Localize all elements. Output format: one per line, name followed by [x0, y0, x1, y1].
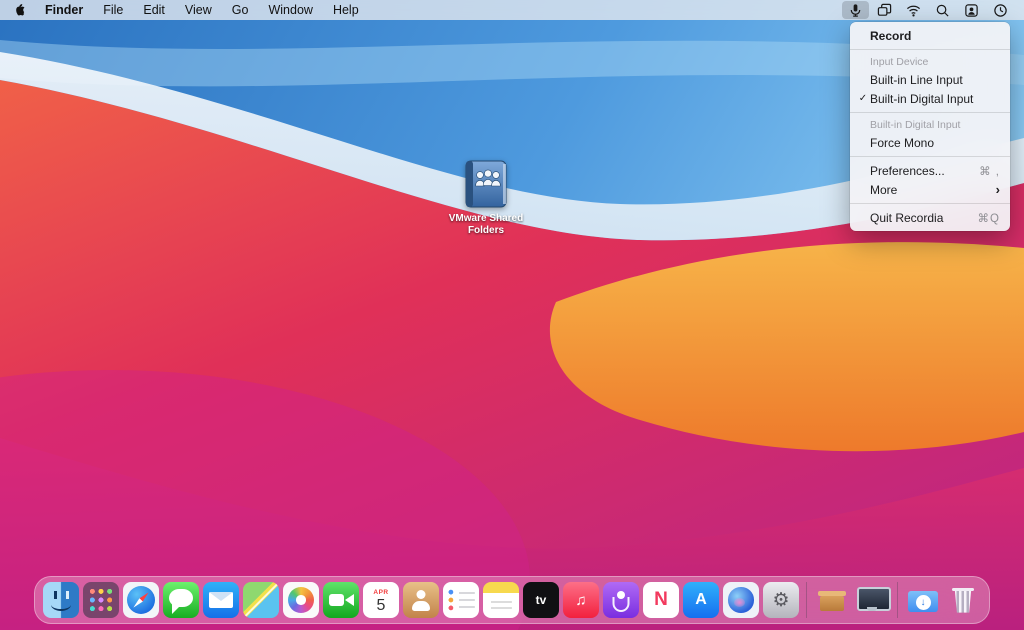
menu-item-record[interactable]: Record — [850, 26, 1010, 45]
app-store-logo-label: A — [695, 591, 707, 609]
dock-icon-finder[interactable] — [43, 582, 79, 618]
menu-file[interactable]: File — [93, 3, 133, 17]
clock-icon[interactable] — [987, 1, 1014, 19]
menu-separator — [850, 203, 1010, 204]
line-input-label: Built-in Line Input — [870, 73, 1000, 87]
dock-icon-trash[interactable] — [945, 582, 981, 618]
desktop-icon-label-line2: Folders — [468, 225, 504, 237]
menu-go[interactable]: Go — [222, 3, 259, 17]
dock-icon-downloads-folder[interactable]: ↓ — [905, 582, 941, 618]
menu-item-line-input[interactable]: Built-in Line Input — [850, 70, 1010, 89]
preferences-shortcut: ⌘ , — [979, 164, 1000, 178]
menu-app-name[interactable]: Finder — [35, 3, 93, 17]
dock-icon-launchpad[interactable] — [83, 582, 119, 618]
dock-icon-vmware-window[interactable] — [854, 582, 890, 618]
menu-bar: Finder File Edit View Go Window Help — [0, 0, 1024, 20]
microphone-icon[interactable] — [842, 1, 869, 19]
submenu-chevron-icon: › — [996, 182, 1000, 197]
input-device-caption: Input Device — [850, 54, 1010, 70]
recordia-menu-panel: Record Input Device Built-in Line Input … — [850, 22, 1010, 231]
dock-icon-podcasts[interactable] — [603, 582, 639, 618]
dock-icon-safari[interactable] — [123, 582, 159, 618]
calendar-month-label: APR — [373, 589, 388, 597]
dock-icon-app-store[interactable]: A — [683, 582, 719, 618]
dock: APR 5 tv ♫ N A ⚙ ↓ — [34, 576, 990, 624]
music-note-icon: ♫ — [575, 592, 586, 609]
dock-icon-maps[interactable] — [243, 582, 279, 618]
spotlight-search-icon[interactable] — [929, 1, 956, 19]
download-arrow-icon: ↓ — [916, 595, 931, 610]
dock-icon-siri[interactable] — [723, 582, 759, 618]
quit-shortcut: ⌘Q — [978, 211, 1000, 225]
menu-item-more[interactable]: More › — [850, 180, 1010, 199]
dock-icon-tv[interactable]: tv — [523, 582, 559, 618]
menu-edit[interactable]: Edit — [133, 3, 175, 17]
dock-icon-mail[interactable] — [203, 582, 239, 618]
tv-logo-label: tv — [536, 593, 547, 607]
dock-icon-news[interactable]: N — [643, 582, 679, 618]
menu-item-force-mono[interactable]: Force Mono — [850, 133, 1010, 152]
dock-icon-calendar[interactable]: APR 5 — [363, 582, 399, 618]
preferences-label: Preferences... — [870, 164, 979, 178]
dock-separator — [806, 582, 807, 618]
menu-bar-status-area — [842, 0, 1024, 20]
menu-separator — [850, 112, 1010, 113]
desktop-icon-label-line1: VMware Shared — [449, 213, 523, 225]
dock-icon-reminders[interactable] — [443, 582, 479, 618]
wifi-icon[interactable] — [900, 1, 927, 19]
record-label: Record — [870, 29, 1000, 43]
dock-separator — [897, 582, 898, 618]
menu-window[interactable]: Window — [258, 3, 322, 17]
menu-separator — [850, 49, 1010, 50]
dock-icon-music[interactable]: ♫ — [563, 582, 599, 618]
dock-icon-package[interactable] — [814, 582, 850, 618]
force-mono-label: Force Mono — [870, 136, 1000, 150]
digital-input-label: Built-in Digital Input — [870, 92, 1000, 106]
vmware-windows-icon[interactable] — [871, 1, 898, 19]
more-label: More — [870, 183, 996, 197]
menu-view[interactable]: View — [175, 3, 222, 17]
menu-bar-left: Finder File Edit View Go Window Help — [0, 0, 369, 20]
desktop-icon-vmware-shared-folders[interactable]: VMware Shared Folders — [438, 158, 534, 237]
gear-icon: ⚙ — [772, 591, 789, 610]
quit-label: Quit Recordia — [870, 211, 978, 225]
dock-icon-photos[interactable] — [283, 582, 319, 618]
checkmark-icon: ✓ — [856, 93, 870, 104]
news-logo-label: N — [654, 589, 668, 611]
digital-input-caption: Built-in Digital Input — [850, 117, 1010, 133]
menu-item-preferences[interactable]: Preferences... ⌘ , — [850, 161, 1010, 180]
user-switch-icon[interactable] — [958, 1, 985, 19]
dock-icon-notes[interactable] — [483, 582, 519, 618]
menu-item-digital-input[interactable]: ✓ Built-in Digital Input — [850, 89, 1010, 108]
menu-separator — [850, 156, 1010, 157]
shared-folder-icon — [463, 158, 509, 210]
dock-icon-contacts[interactable] — [403, 582, 439, 618]
dock-icon-messages[interactable] — [163, 582, 199, 618]
dock-icon-facetime[interactable] — [323, 582, 359, 618]
apple-menu[interactable] — [0, 0, 35, 20]
menu-item-quit-recordia[interactable]: Quit Recordia ⌘Q — [850, 208, 1010, 227]
calendar-day-label: 5 — [377, 597, 386, 614]
menu-help[interactable]: Help — [323, 3, 369, 17]
apple-logo-icon — [14, 3, 26, 17]
dock-icon-system-preferences[interactable]: ⚙ — [763, 582, 799, 618]
